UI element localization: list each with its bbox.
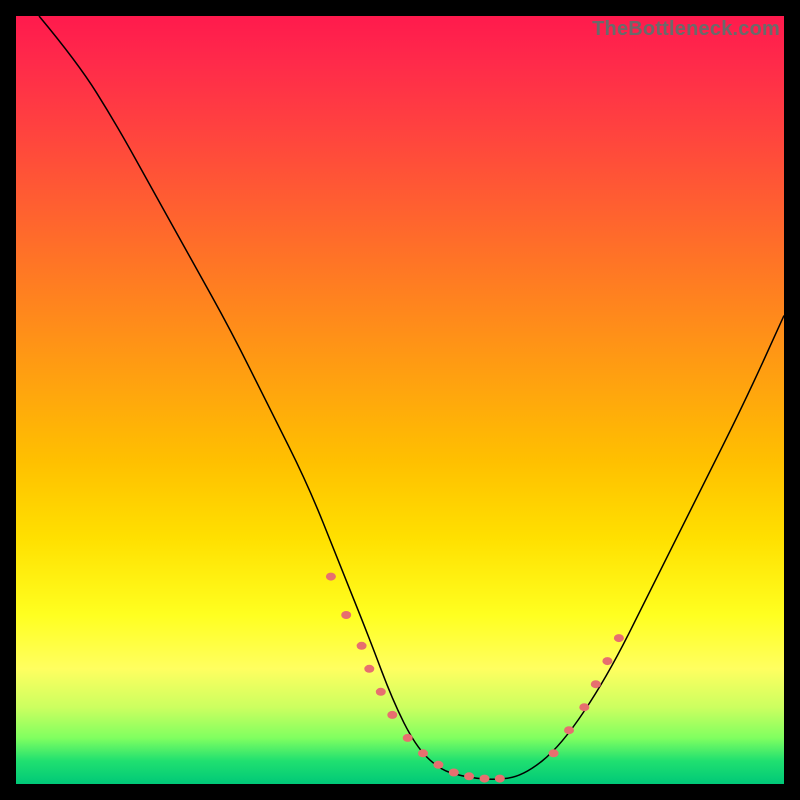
data-marker xyxy=(449,769,459,777)
data-marker xyxy=(433,761,443,769)
plot-area: TheBottleneck.com xyxy=(16,16,784,784)
data-marker xyxy=(614,634,624,642)
data-marker xyxy=(403,734,413,742)
data-marker xyxy=(549,749,559,757)
data-marker xyxy=(579,703,589,711)
data-marker xyxy=(357,642,367,650)
data-marker xyxy=(464,772,474,780)
chart-frame: TheBottleneck.com xyxy=(0,0,800,800)
data-marker xyxy=(591,680,601,688)
data-marker xyxy=(495,775,505,783)
chart-svg xyxy=(16,16,784,784)
curve-path xyxy=(39,16,784,779)
data-marker xyxy=(326,573,336,581)
data-marker xyxy=(364,665,374,673)
data-marker xyxy=(418,749,428,757)
data-marker xyxy=(341,611,351,619)
data-marker xyxy=(564,726,574,734)
data-marker xyxy=(480,775,490,783)
marker-group xyxy=(326,573,624,783)
data-marker xyxy=(602,657,612,665)
data-marker xyxy=(387,711,397,719)
data-marker xyxy=(376,688,386,696)
